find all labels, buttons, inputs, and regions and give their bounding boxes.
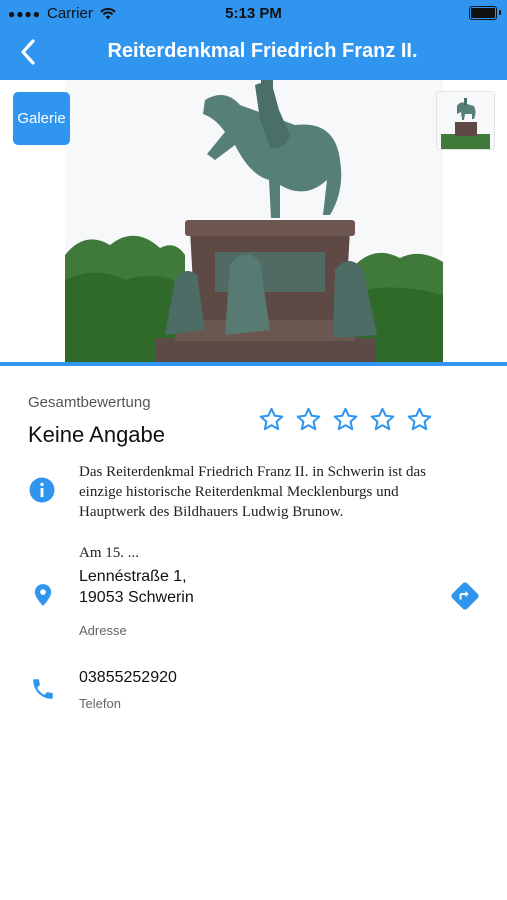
star-icon[interactable]	[332, 406, 359, 433]
rating-label: Gesamtbewertung	[28, 394, 151, 411]
top-bar: ●●●● Carrier 5:13 PM Reiterdenkmal Fried…	[0, 0, 507, 80]
star-icon[interactable]	[406, 406, 433, 433]
clock: 5:13 PM	[225, 5, 282, 22]
back-button[interactable]	[10, 34, 46, 70]
address-label: Adresse	[79, 623, 127, 638]
phone-icon	[33, 679, 53, 699]
star-icon[interactable]	[295, 406, 322, 433]
status-bar: ●●●● Carrier 5:13 PM	[0, 0, 507, 26]
hero-section: Galerie	[0, 80, 507, 363]
thumbnail-image[interactable]	[436, 91, 495, 150]
back-arrow-icon	[21, 39, 35, 65]
info-icon	[29, 477, 55, 503]
description-text: Das Reiterdenkmal Friedrich Franz II. in…	[79, 464, 426, 520]
page-title: Reiterdenkmal Friedrich Franz II.	[107, 40, 418, 62]
battery-icon	[469, 6, 501, 20]
hero-divider	[0, 362, 507, 366]
location-pin-icon	[34, 584, 52, 606]
star-icon[interactable]	[258, 406, 285, 433]
gallery-button[interactable]: Galerie	[13, 92, 70, 145]
address-line-2: 19053 Schwerin	[79, 589, 194, 606]
phone-number[interactable]: 03855252920	[79, 669, 177, 687]
address-line-1: Lennéstraße 1,	[79, 568, 187, 585]
phone-label: Telefon	[79, 696, 121, 711]
app-bar: Reiterdenkmal Friedrich Franz II.	[0, 26, 507, 80]
star-icon[interactable]	[369, 406, 396, 433]
address-block: Lennéstraße 1, 19053 Schwerin	[79, 566, 194, 608]
rating-value: Keine Angabe	[28, 422, 166, 447]
description-more: Am 15. ...	[79, 545, 139, 561]
directions-button[interactable]	[450, 581, 480, 611]
statue-thumbnail-icon	[437, 92, 494, 149]
star-rating[interactable]	[258, 406, 433, 433]
statue-photo	[65, 80, 443, 363]
